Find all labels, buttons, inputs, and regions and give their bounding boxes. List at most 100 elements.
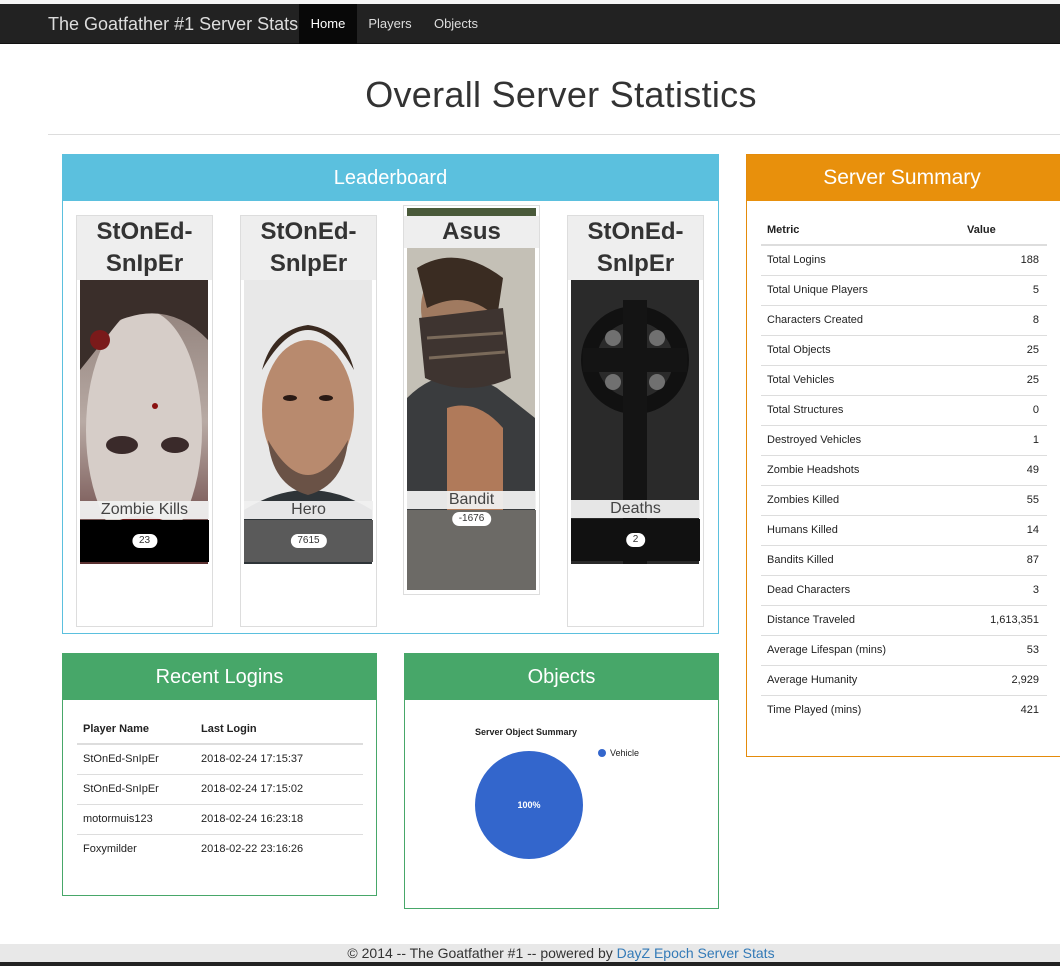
card-stat-label: Deaths (571, 500, 700, 518)
objects-panel: Objects Server Object Summary 100% Vehic… (404, 653, 719, 909)
value-cell: 53 (961, 635, 1047, 666)
value-cell: 421 (1020, 704, 1039, 717)
stat-value-badge: 2 (625, 533, 646, 547)
value-cell: 188 (961, 245, 1047, 276)
leaderboard-panel: Leaderboard StOnEd-SnIpEr Zombie Kills 2… (62, 154, 719, 634)
recent-logins-panel: Recent Logins Player Name Last Login StO… (62, 653, 377, 896)
card-footer: -1676 (407, 510, 536, 590)
table-row: Zombie Headshots 49 (761, 455, 1047, 486)
stat-value-badge: 7615 (290, 534, 327, 548)
value-cell: 49 (961, 455, 1047, 486)
player-name-cell[interactable]: Foxymilder (77, 834, 201, 864)
leaderboard-heading: Leaderboard (63, 155, 718, 201)
value-cell: 87 (961, 545, 1047, 576)
value-cell: 1,613,351 (961, 605, 1047, 636)
nav-players[interactable]: Players (359, 4, 421, 44)
metric-cell: Total Structures (761, 395, 961, 426)
metric-cell: Bandits Killed (761, 545, 961, 576)
metric-cell: Dead Characters (761, 575, 961, 606)
object-pie-chart: Server Object Summary 100% Vehicle (475, 727, 639, 859)
metric-cell: Distance Traveled (761, 605, 961, 636)
column-header: Last Login (201, 714, 363, 745)
player-name-cell[interactable]: StOnEd-SnIpEr (77, 774, 201, 805)
last-login-cell: 2018-02-24 16:23:18 (201, 804, 363, 835)
last-login-cell: 2018-02-22 23:16:26 (201, 843, 304, 856)
footer-link[interactable]: DayZ Epoch Server Stats (617, 945, 775, 961)
footer-text: © 2014 -- The Goatfather #1 -- powered b… (347, 945, 617, 961)
metric-cell: Destroyed Vehicles (761, 425, 961, 456)
card-player-name: StOnEd-SnIpEr (77, 216, 212, 280)
value-cell: 14 (961, 515, 1047, 546)
value-cell: 3 (961, 575, 1047, 606)
table-row: Time Played (mins) 421 (761, 695, 1047, 725)
footer: © 2014 -- The Goatfather #1 -- powered b… (0, 944, 1060, 962)
metric-cell: Characters Created (761, 305, 961, 336)
metric-cell: Total Vehicles (761, 365, 961, 396)
server-summary-heading: Server Summary (747, 155, 1060, 201)
metric-cell: Total Logins (761, 245, 961, 276)
table-row: Average Humanity 2,929 (761, 665, 1047, 696)
card-footer: 7615 (244, 520, 373, 562)
card-player-name: StOnEd-SnIpEr (241, 216, 376, 280)
bandit-portrait-image (407, 248, 536, 532)
title-divider (48, 134, 1060, 135)
chart-title: Server Object Summary (475, 727, 577, 737)
value-cell: 25 (961, 365, 1047, 396)
metric-cell: Humans Killed (761, 515, 961, 546)
image-top-strip (407, 208, 536, 216)
last-login-cell: 2018-02-24 17:15:37 (201, 744, 363, 775)
leaderboard-card-zombie-kills[interactable]: StOnEd-SnIpEr Zombie Kills 23 (76, 215, 213, 627)
stat-value-badge: 23 (131, 534, 158, 548)
table-row: StOnEd-SnIpEr 2018-02-24 17:15:37 (77, 744, 363, 775)
table-row: Dead Characters 3 (761, 575, 1047, 606)
value-cell: 8 (961, 305, 1047, 336)
nav-objects[interactable]: Objects (423, 4, 489, 44)
table-row: Total Structures 0 (761, 395, 1047, 426)
server-summary-panel: Server Summary Metric Value Total Logins… (746, 154, 1060, 757)
card-player-name: Asus (404, 216, 539, 248)
table-header-row: Player Name Last Login (77, 714, 363, 745)
nav-home[interactable]: Home (299, 4, 357, 44)
metric-cell: Time Played (mins) (767, 704, 862, 717)
value-cell: 5 (961, 275, 1047, 306)
pie-slice-label: 100% (517, 800, 540, 810)
page-title: Overall Server Statistics (365, 74, 757, 115)
table-row: Total Unique Players 5 (761, 275, 1047, 306)
card-player-name: StOnEd-SnIpEr (568, 216, 703, 280)
legend-swatch (598, 749, 606, 757)
bottom-strip (0, 962, 1060, 966)
leaderboard-card-deaths[interactable]: StOnEd-SnIpEr Deaths 2 (567, 215, 704, 627)
table-row: Humans Killed 14 (761, 515, 1047, 546)
metric-cell: Zombies Killed (761, 485, 961, 516)
column-header: Value (961, 215, 1047, 246)
navbar: The Goatfather #1 Server Stats Home Play… (0, 4, 1060, 44)
column-header: Metric (761, 215, 961, 246)
leaderboard-card-hero[interactable]: StOnEd-SnIpEr Hero 7615 (240, 215, 377, 627)
last-login-cell: 2018-02-24 17:15:02 (201, 774, 363, 805)
legend-label: Vehicle (610, 748, 639, 758)
table-row: Zombies Killed 55 (761, 485, 1047, 516)
metric-cell: Total Objects (761, 335, 961, 366)
table-row: Total Logins 188 (761, 245, 1047, 276)
stat-value-badge: -1676 (451, 512, 492, 526)
table-row: Average Lifespan (mins) 53 (761, 635, 1047, 666)
table-row: Destroyed Vehicles 1 (761, 425, 1047, 456)
player-name-cell[interactable]: StOnEd-SnIpEr (77, 744, 201, 775)
table-row: Bandits Killed 87 (761, 545, 1047, 576)
card-stat-label: Zombie Kills (80, 501, 209, 519)
recent-logins-table: Player Name Last Login StOnEd-SnIpEr 201… (77, 714, 363, 864)
column-header: Player Name (77, 714, 201, 745)
objects-heading: Objects (405, 654, 718, 700)
brand-link[interactable]: The Goatfather #1 Server Stats (48, 4, 298, 44)
value-cell: 25 (961, 335, 1047, 366)
value-cell: 1 (961, 425, 1047, 456)
table-row: motormuis123 2018-02-24 16:23:18 (77, 804, 363, 835)
table-row: Total Objects 25 (761, 335, 1047, 366)
value-cell: 0 (961, 395, 1047, 426)
recent-logins-heading: Recent Logins (63, 654, 376, 700)
leaderboard-card-bandit[interactable]: Asus Bandit -1676 (403, 205, 540, 595)
server-summary-table: Metric Value Total Logins 188 Total Unique… (761, 215, 1047, 725)
table-header-row: Metric Value (761, 215, 1047, 246)
table-row: Foxymilder 2018-02-22 23:16:26 (77, 834, 363, 864)
player-name-cell[interactable]: motormuis123 (77, 804, 201, 835)
